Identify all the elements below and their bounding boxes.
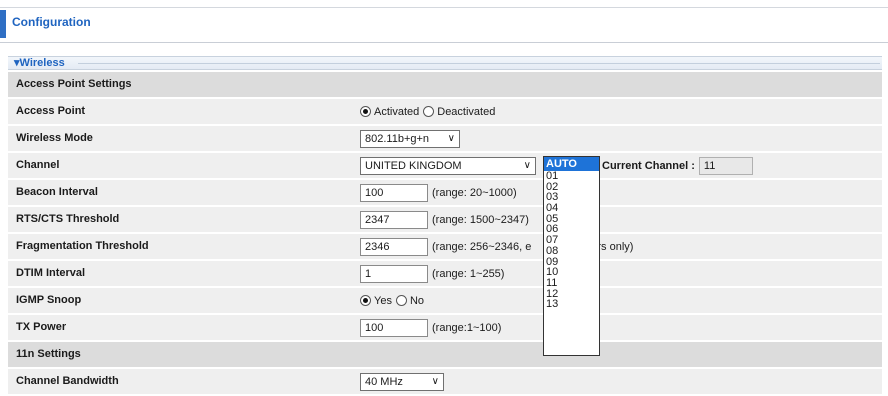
header-bottom-rule <box>0 42 888 43</box>
radio-no-label[interactable]: No <box>410 295 424 307</box>
row-dtim-interval: DTIM Interval 1 (range: 1~255) <box>8 261 882 288</box>
channel-option[interactable]: AUTO <box>544 157 599 171</box>
group-label: Access Point Settings <box>16 78 132 90</box>
row-label: RTS/CTS Threshold <box>16 213 120 225</box>
row-label: Wireless Mode <box>16 132 93 144</box>
row-label: Channel <box>16 159 60 171</box>
beacon-interval-hint: (range: 20~1000) <box>432 186 517 199</box>
current-channel-label: Current Channel : <box>602 159 695 172</box>
header-accent-bar <box>0 10 6 38</box>
chevron-down-icon: ∨ <box>431 375 439 387</box>
channel-option[interactable]: 08 <box>544 245 599 257</box>
radio-deactivated-label[interactable]: Deactivated <box>437 106 495 118</box>
channel-option[interactable]: 11 <box>544 278 599 289</box>
page-header: Configuration <box>0 0 888 44</box>
channel-bandwidth-select[interactable]: 40 MHz ∨ <box>360 372 444 391</box>
dtim-interval-hint: (range: 1~255) <box>432 267 505 280</box>
row-label: Beacon Interval <box>16 186 98 198</box>
radio-activated[interactable] <box>360 106 371 117</box>
channel-bandwidth-value: 40 MHz <box>365 375 403 388</box>
row-wireless-mode: Wireless Mode 802.11b+g+n ∨ <box>8 126 882 153</box>
row-label: DTIM Interval <box>16 267 86 279</box>
row-label: IGMP Snoop <box>16 294 82 306</box>
radio-yes[interactable] <box>360 295 371 306</box>
section-rule <box>78 63 880 64</box>
row-label: Channel Bandwidth <box>16 375 119 387</box>
row-access-point: Access Point Activated Deactivated <box>8 99 882 126</box>
current-channel-value: 11 <box>698 156 753 175</box>
header-top-rule <box>0 7 888 8</box>
chevron-down-icon: ∨ <box>523 159 531 171</box>
row-label: TX Power <box>16 321 67 333</box>
settings-table: Access Point Settings Access Point Activ… <box>8 72 882 396</box>
radio-deactivated[interactable] <box>423 106 435 117</box>
row-tx-power: TX Power 100 (range:1~100) <box>8 315 882 342</box>
fragmentation-threshold-hint: (range: 256~2346, e <box>432 240 532 253</box>
radio-no[interactable] <box>395 295 407 306</box>
fragmentation-threshold-hint-tail: rs only) <box>597 240 634 253</box>
rts-threshold-input[interactable]: 2347 <box>360 210 428 229</box>
wireless-mode-select[interactable]: 802.11b+g+n ∨ <box>360 129 460 148</box>
row-channel: Channel UNITED KINGDOM ∨ Current Channel… <box>8 153 882 180</box>
radio-yes-label[interactable]: Yes <box>374 295 392 307</box>
country-value: UNITED KINGDOM <box>365 159 462 172</box>
row-rts-cts-threshold: RTS/CTS Threshold 2347 (range: 1500~2347… <box>8 207 882 234</box>
channel-option[interactable]: 13 <box>544 299 599 310</box>
chevron-down-icon: ∨ <box>447 132 455 144</box>
tx-power-hint: (range:1~100) <box>432 321 502 334</box>
fragmentation-threshold-input[interactable]: 2346 <box>360 237 428 256</box>
igmp-radio-group: Yes No <box>360 288 428 313</box>
access-point-radio-group: Activated Deactivated <box>360 99 499 124</box>
group-11n-settings: 11n Settings <box>8 342 882 369</box>
row-igmp-snoop: IGMP Snoop Yes No <box>8 288 882 315</box>
tx-power-input[interactable]: 100 <box>360 318 428 337</box>
wireless-mode-value: 802.11b+g+n <box>365 132 430 145</box>
page-title: Configuration <box>12 15 91 29</box>
row-label: Fragmentation Threshold <box>16 240 149 252</box>
country-select[interactable]: UNITED KINGDOM ∨ <box>360 156 536 175</box>
section-wireless[interactable]: ▾Wireless <box>8 56 882 70</box>
dtim-interval-input[interactable]: 1 <box>360 264 428 283</box>
channel-dropdown-list[interactable]: AUTO 01 02 03 04 05 06 07 08 09 10 11 12… <box>543 156 600 356</box>
section-wireless-label[interactable]: ▾Wireless <box>14 57 65 70</box>
radio-activated-label[interactable]: Activated <box>374 106 419 118</box>
group-label: 11n Settings <box>16 348 81 360</box>
row-beacon-interval: Beacon Interval 100 (range: 20~1000) <box>8 180 882 207</box>
rts-threshold-hint: (range: 1500~2347) <box>432 213 529 226</box>
group-access-point-settings: Access Point Settings <box>8 72 882 99</box>
beacon-interval-input[interactable]: 100 <box>360 183 428 202</box>
row-label: Access Point <box>16 105 86 117</box>
row-fragmentation-threshold: Fragmentation Threshold 2346 (range: 256… <box>8 234 882 261</box>
